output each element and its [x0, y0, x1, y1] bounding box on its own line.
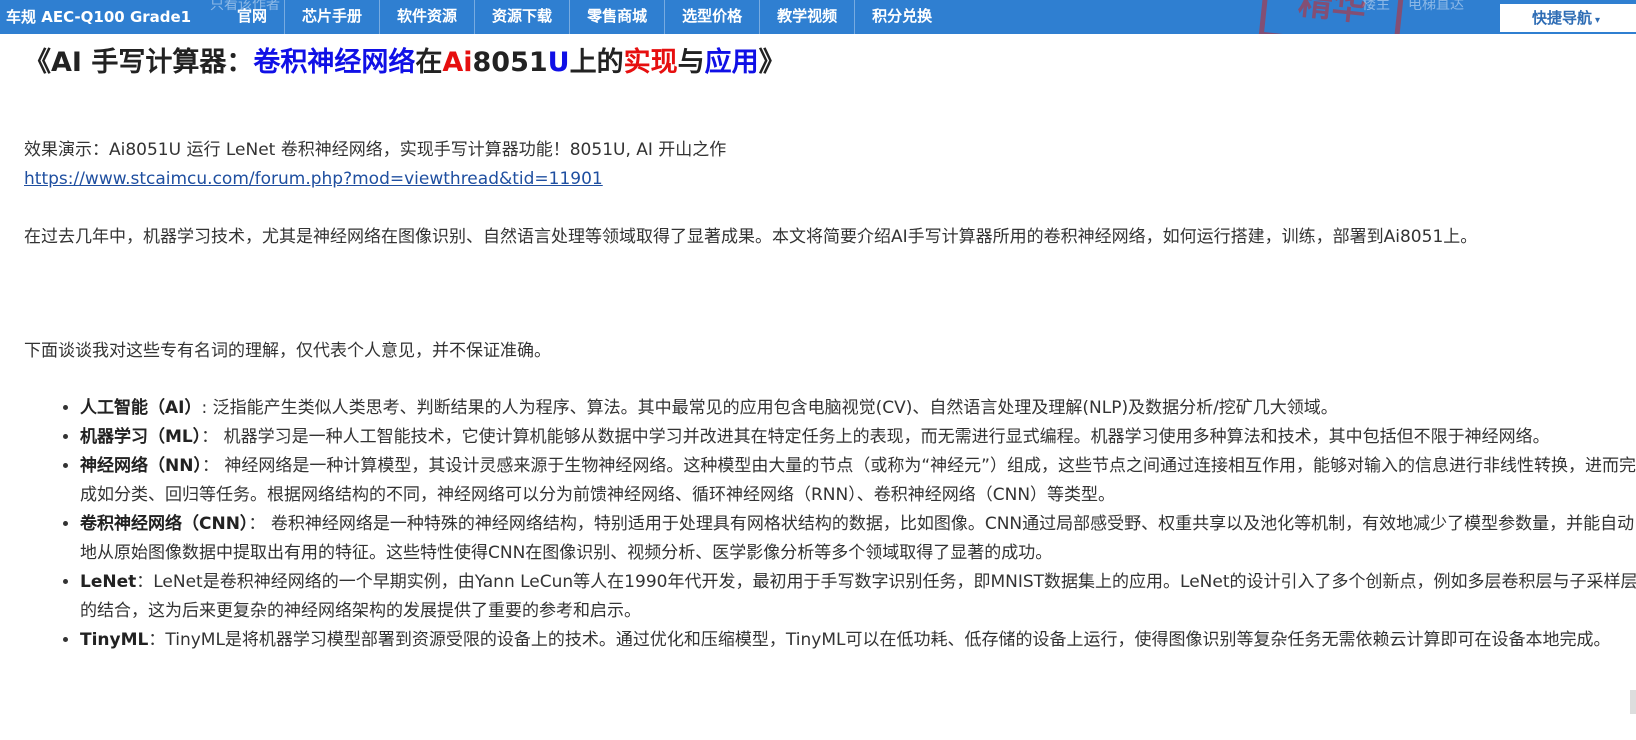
term-desc: ： 神经网络是一种计算模型，其设计灵感来源于生物神经网络。这种模型由大量的节点（…: [80, 456, 1636, 505]
term-desc: : 泛指能产生类似人类思考、判断结果的人为程序、算法。其中最常见的应用包含电脑视…: [201, 398, 1338, 418]
list-item: 机器学习（ML）： 机器学习是一种人工智能技术，它使计算机能够从数据中学习并改进…: [80, 423, 1636, 452]
quick-nav-button[interactable]: 快捷导航 ▾: [1500, 4, 1636, 32]
term-name: TinyML: [80, 630, 149, 650]
essence-stamp: 精华: [1258, 0, 1406, 34]
demo-block: 效果演示：Ai8051U 运行 LeNet 卷积神经网络，实现手写计算器功能！8…: [24, 136, 1624, 194]
nav-item-pricing[interactable]: 选型价格: [664, 0, 759, 34]
term-name: 卷积神经网络（CNN）: [80, 514, 249, 534]
nav-item-datasheets[interactable]: 芯片手册: [284, 0, 379, 34]
nav-item-downloads[interactable]: 资源下载: [474, 0, 569, 34]
term-desc: ：LeNet是卷积神经网络的一个早期实例，由Yann LeCun等人在1990年…: [80, 572, 1636, 621]
ghost-jump-text: 电梯直达: [1408, 0, 1464, 13]
term-desc: ：TinyML是将机器学习模型部署到资源受限的设备上的技术。通过优化和压缩模型，…: [148, 630, 1611, 650]
list-item: 人工智能（AI）: 泛指能产生类似人类思考、判断结果的人为程序、算法。其中最常见…: [80, 394, 1636, 423]
nav-item-videos[interactable]: 教学视频: [759, 0, 854, 34]
term-name: 人工智能（AI）: [80, 398, 202, 418]
chevron-down-icon: ▾: [1595, 15, 1601, 26]
lead-paragraph: 下面谈谈我对这些专有名词的理解，仅代表个人意见，并不保证准确。: [24, 341, 551, 361]
list-item: TinyML：TinyML是将机器学习模型部署到资源受限的设备上的技术。通过优化…: [80, 626, 1636, 655]
brand-label: 车规 AEC-Q100 Grade1: [6, 8, 192, 26]
demo-text: 效果演示：Ai8051U 运行 LeNet 卷积神经网络，实现手写计算器功能！8…: [24, 140, 727, 160]
nav-item-official-site[interactable]: 官网: [220, 0, 284, 34]
term-desc: ： 卷积神经网络是一种特殊的神经网络结构，特别适用于处理具有网格状结构的数据，比…: [80, 514, 1635, 563]
list-item: 神经网络（NN）： 神经网络是一种计算模型，其设计灵感来源于生物神经网络。这种模…: [80, 452, 1636, 510]
term-desc: ： 机器学习是一种人工智能技术，它使计算机能够从数据中学习并改进其在特定任务上的…: [201, 427, 1550, 447]
term-name: 神经网络（NN）: [80, 456, 202, 476]
quick-nav-label: 快捷导航: [1532, 9, 1593, 27]
main-nav: 官网 芯片手册 软件资源 资源下载 零售商城 选型价格 教学视频 积分兑换: [220, 0, 949, 34]
scrollbar-thumb[interactable]: [1630, 690, 1636, 714]
term-name: LeNet: [80, 572, 137, 592]
nav-item-software[interactable]: 软件资源: [379, 0, 474, 34]
term-name: 机器学习（ML）: [80, 427, 202, 447]
terms-list: 人工智能（AI）: 泛指能产生类似人类思考、判断结果的人为程序、算法。其中最常见…: [56, 394, 1636, 655]
top-nav-bar: 车规 AEC-Q100 Grade1 只看该作者 楼主 电梯直达 官网 芯片手册…: [0, 0, 1636, 34]
demo-link[interactable]: https://www.stcaimcu.com/forum.php?mod=v…: [24, 169, 603, 189]
nav-item-store[interactable]: 零售商城: [569, 0, 664, 34]
nav-item-points[interactable]: 积分兑换: [854, 0, 949, 34]
list-item: LeNet：LeNet是卷积神经网络的一个早期实例，由Yann LeCun等人在…: [80, 568, 1636, 626]
intro-paragraph: 在过去几年中，机器学习技术，尤其是神经网络在图像识别、自然语言处理等领域取得了显…: [24, 227, 1478, 247]
list-item: 卷积神经网络（CNN）： 卷积神经网络是一种特殊的神经网络结构，特别适用于处理具…: [80, 510, 1636, 568]
article-title: 《AI 手写计算器：卷积神经网络在Ai8051U上的实现与应用》: [24, 47, 786, 78]
